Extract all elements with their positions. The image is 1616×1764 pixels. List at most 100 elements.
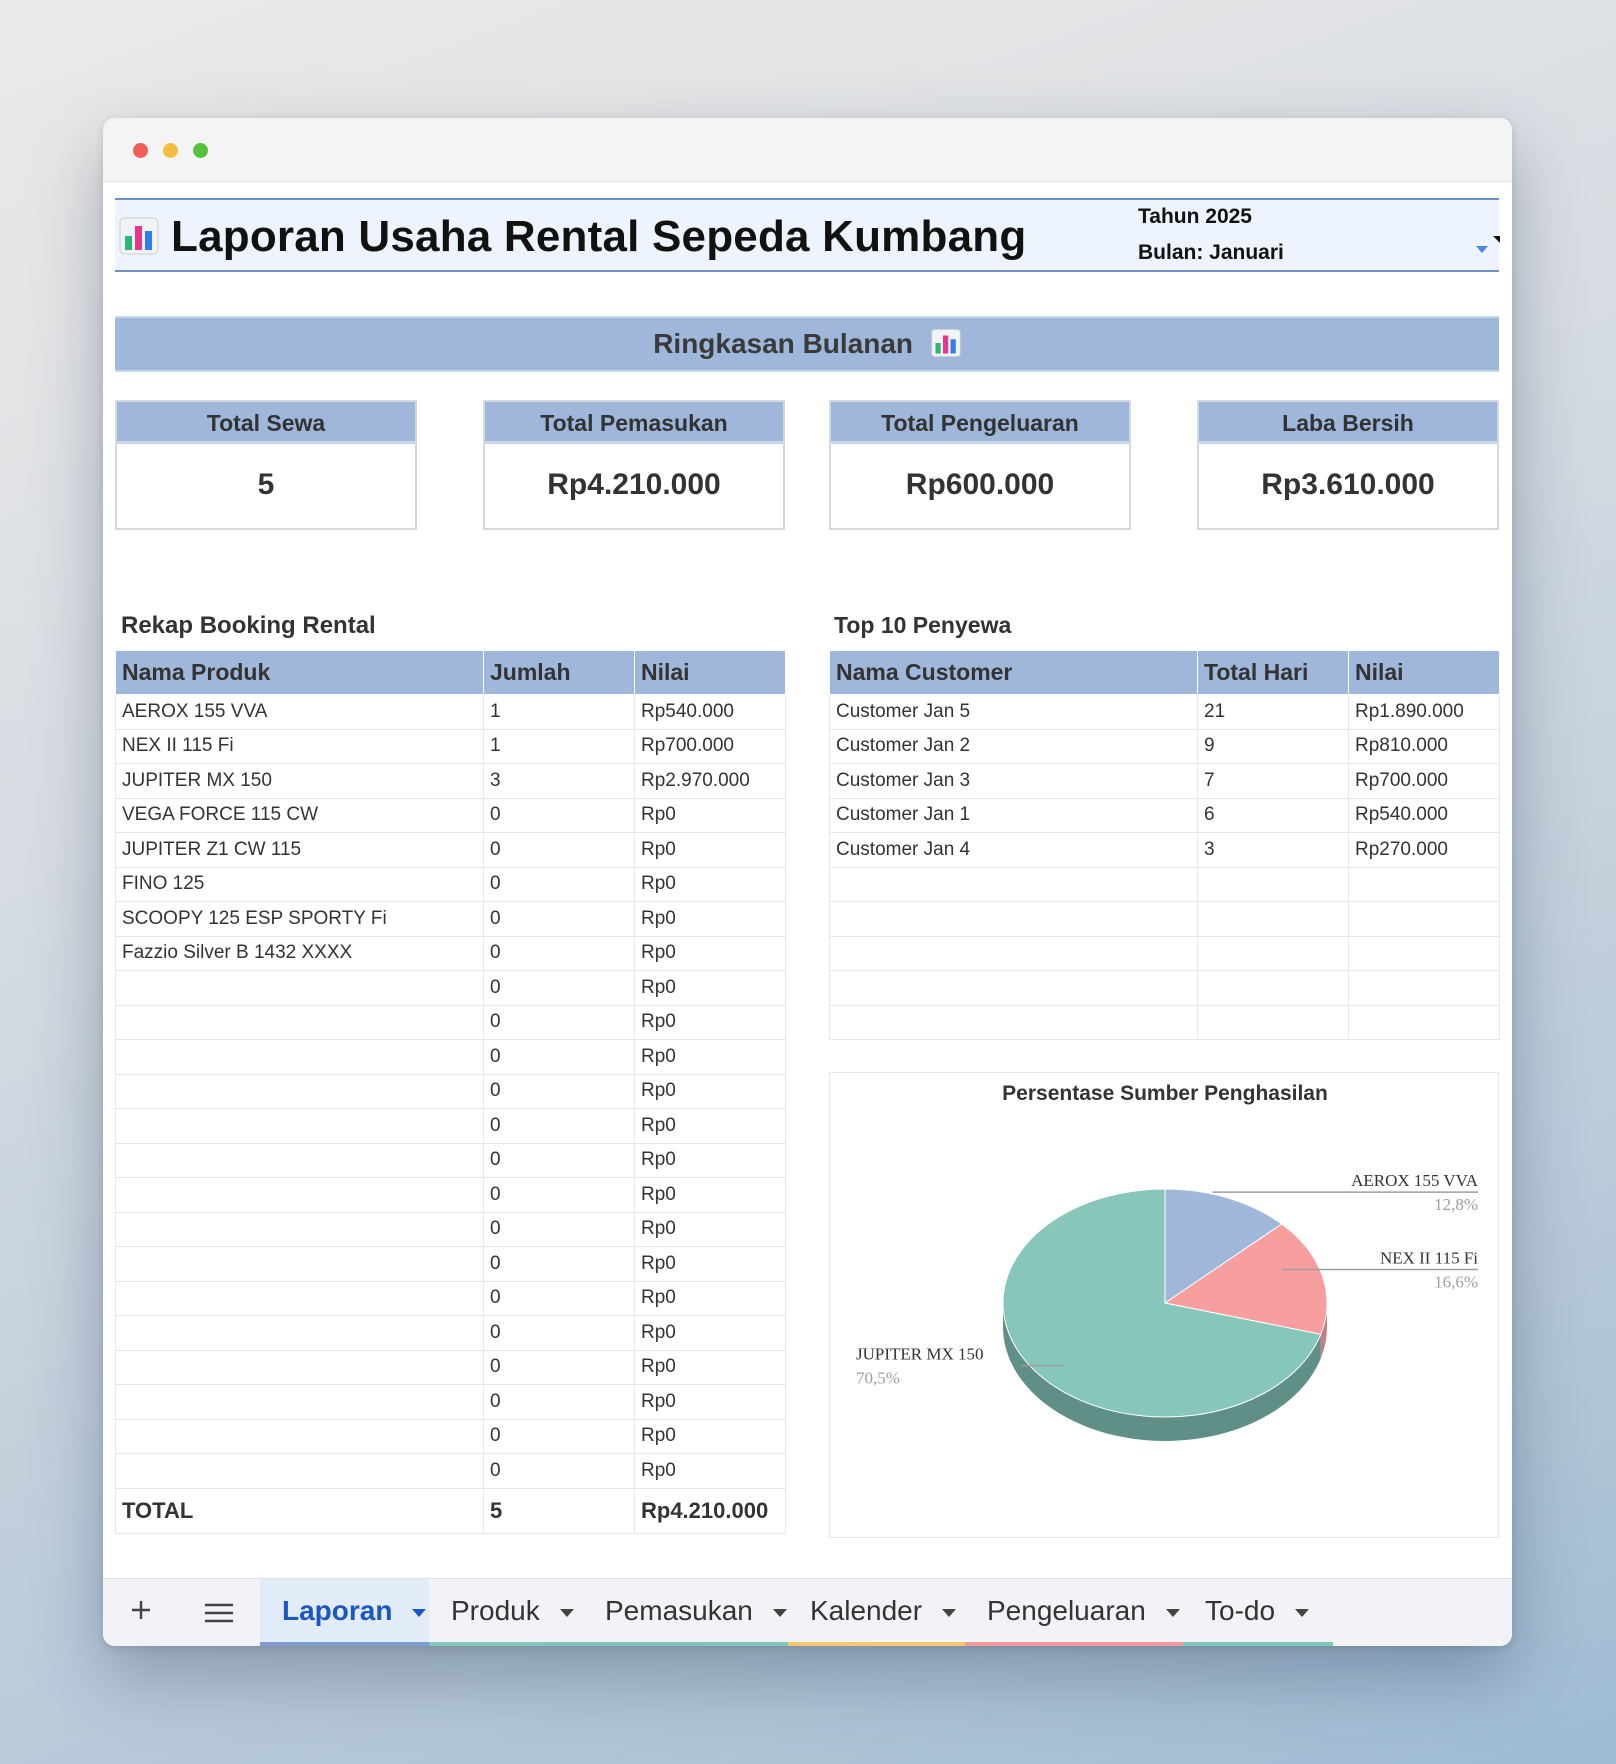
days-cell[interactable]	[1197, 970, 1349, 1006]
quantity-cell[interactable]: 1	[483, 728, 635, 764]
tab-pemasukan[interactable]: Pemasukan	[583, 1579, 788, 1646]
tab-kalender[interactable]: Kalender	[788, 1579, 965, 1646]
product-cell[interactable]: FINO 125	[115, 866, 484, 902]
value-cell[interactable]: Rp0	[634, 935, 786, 971]
days-cell[interactable]: 3	[1197, 832, 1349, 868]
tab-to-do[interactable]: To-do	[1183, 1579, 1333, 1646]
value-cell[interactable]: Rp0	[634, 1315, 786, 1351]
menu-icon[interactable]	[205, 1595, 233, 1632]
value-cell[interactable]: Rp0	[634, 832, 786, 868]
total-value[interactable]: Rp4.210.000	[634, 1487, 786, 1534]
value-cell[interactable]: Rp0	[634, 970, 786, 1006]
customer-cell[interactable]	[829, 901, 1198, 937]
tab-produk[interactable]: Produk	[429, 1579, 583, 1646]
value-cell[interactable]	[1348, 1004, 1500, 1040]
product-cell[interactable]	[115, 1004, 484, 1040]
caret-down-icon[interactable]	[559, 1608, 574, 1617]
customer-cell[interactable]	[829, 1004, 1198, 1040]
quantity-cell[interactable]: 0	[483, 1384, 635, 1420]
income-pie-chart[interactable]: Persentase Sumber Penghasilan AEROX 155 V…	[829, 1072, 1499, 1538]
days-cell[interactable]	[1197, 935, 1349, 971]
column-header[interactable]: Total Hari	[1197, 650, 1349, 696]
days-cell[interactable]	[1197, 901, 1349, 937]
product-cell[interactable]	[115, 1039, 484, 1075]
product-cell[interactable]: Fazzio Silver B 1432 XXXX	[115, 935, 484, 971]
column-header[interactable]: Jumlah	[483, 650, 635, 696]
value-cell[interactable]: Rp0	[634, 1418, 786, 1454]
quantity-cell[interactable]: 0	[483, 1453, 635, 1489]
caret-down-icon[interactable]	[1295, 1608, 1310, 1617]
quantity-cell[interactable]: 0	[483, 1315, 635, 1351]
value-cell[interactable]	[1348, 866, 1500, 902]
product-cell[interactable]: SCOOPY 125 ESP SPORTY Fi	[115, 901, 484, 937]
quantity-cell[interactable]: 0	[483, 1349, 635, 1385]
caret-down-icon[interactable]	[412, 1608, 427, 1617]
quantity-cell[interactable]: 0	[483, 1177, 635, 1213]
customer-cell[interactable]: Customer Jan 2	[829, 728, 1198, 764]
product-cell[interactable]	[115, 1246, 484, 1282]
quantity-cell[interactable]: 0	[483, 1108, 635, 1144]
quantity-cell[interactable]: 0	[483, 832, 635, 868]
column-header[interactable]: Nama Produk	[115, 650, 484, 696]
value-cell[interactable]: Rp2.970.000	[634, 763, 786, 799]
product-cell[interactable]: NEX II 115 Fi	[115, 728, 484, 764]
quantity-cell[interactable]: 0	[483, 797, 635, 833]
days-cell[interactable]: 9	[1197, 728, 1349, 764]
product-cell[interactable]: VEGA FORCE 115 CW	[115, 797, 484, 833]
customer-cell[interactable]: Customer Jan 3	[829, 763, 1198, 799]
tab-laporan[interactable]: Laporan	[260, 1579, 429, 1646]
value-cell[interactable]: Rp540.000	[1348, 797, 1500, 833]
quantity-cell[interactable]: 0	[483, 935, 635, 971]
value-cell[interactable]: Rp0	[634, 901, 786, 937]
value-cell[interactable]: Rp0	[634, 1108, 786, 1144]
value-cell[interactable]: Rp810.000	[1348, 728, 1500, 764]
customer-cell[interactable]: Customer Jan 1	[829, 797, 1198, 833]
product-cell[interactable]	[115, 970, 484, 1006]
total-label[interactable]: TOTAL	[115, 1487, 484, 1534]
product-cell[interactable]	[115, 1349, 484, 1385]
value-cell[interactable]: Rp0	[634, 1384, 786, 1420]
value-cell[interactable]: Rp0	[634, 1039, 786, 1075]
value-cell[interactable]: Rp0	[634, 1349, 786, 1385]
product-cell[interactable]: JUPITER MX 150	[115, 763, 484, 799]
minimize-window-button[interactable]	[163, 143, 178, 158]
value-cell[interactable]: Rp0	[634, 1177, 786, 1213]
product-cell[interactable]	[115, 1453, 484, 1489]
days-cell[interactable]: 7	[1197, 763, 1349, 799]
quantity-cell[interactable]: 0	[483, 1004, 635, 1040]
quantity-cell[interactable]: 0	[483, 1280, 635, 1316]
customer-cell[interactable]: Customer Jan 5	[829, 694, 1198, 730]
quantity-cell[interactable]: 0	[483, 1073, 635, 1109]
value-cell[interactable]: Rp700.000	[1348, 763, 1500, 799]
days-cell[interactable]	[1197, 866, 1349, 902]
value-cell[interactable]: Rp0	[634, 1453, 786, 1489]
column-header[interactable]: Nama Customer	[829, 650, 1198, 696]
total-quantity[interactable]: 5	[483, 1487, 635, 1534]
product-cell[interactable]: AEROX 155 VVA	[115, 694, 484, 730]
days-cell[interactable]: 21	[1197, 694, 1349, 730]
quantity-cell[interactable]: 3	[483, 763, 635, 799]
product-cell[interactable]	[115, 1108, 484, 1144]
caret-down-icon[interactable]	[942, 1608, 957, 1617]
quantity-cell[interactable]: 0	[483, 1039, 635, 1075]
caret-down-icon[interactable]	[1165, 1608, 1180, 1617]
product-cell[interactable]: JUPITER Z1 CW 115	[115, 832, 484, 868]
column-header[interactable]: Nilai	[1348, 650, 1500, 696]
column-header[interactable]: Nilai	[634, 650, 786, 696]
value-cell[interactable]	[1348, 970, 1500, 1006]
product-cell[interactable]	[115, 1142, 484, 1178]
quantity-cell[interactable]: 1	[483, 694, 635, 730]
product-cell[interactable]	[115, 1315, 484, 1351]
caret-down-icon[interactable]	[772, 1608, 787, 1617]
quantity-cell[interactable]: 0	[483, 970, 635, 1006]
value-cell[interactable]: Rp270.000	[1348, 832, 1500, 868]
value-cell[interactable]: Rp0	[634, 1246, 786, 1282]
close-window-button[interactable]	[133, 143, 148, 158]
product-cell[interactable]	[115, 1418, 484, 1454]
product-cell[interactable]	[115, 1211, 484, 1247]
maximize-window-button[interactable]	[193, 143, 208, 158]
customer-cell[interactable]	[829, 970, 1198, 1006]
value-cell[interactable]: Rp1.890.000	[1348, 694, 1500, 730]
product-cell[interactable]	[115, 1280, 484, 1316]
value-cell[interactable]: Rp0	[634, 1073, 786, 1109]
